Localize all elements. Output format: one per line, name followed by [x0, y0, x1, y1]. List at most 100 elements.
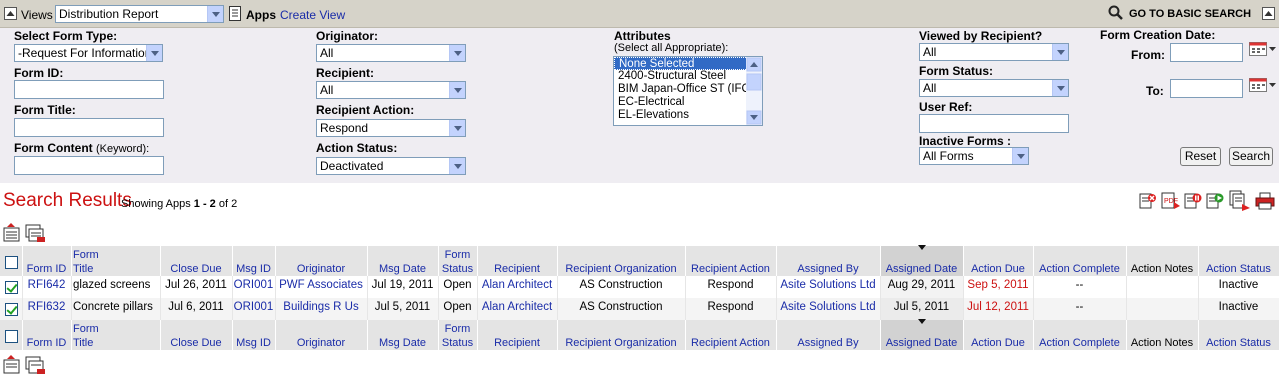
reset-button[interactable]: Reset [1180, 147, 1221, 166]
from-date-input[interactable] [1170, 43, 1243, 62]
action-status-select[interactable]: Deactivated [316, 157, 466, 175]
form-id-input[interactable] [14, 80, 164, 99]
column-header-originator[interactable]: Originator [275, 337, 367, 350]
column-divider [963, 320, 964, 350]
originator-label: Originator: [316, 29, 378, 43]
calendar-icon[interactable] [1249, 42, 1277, 59]
form-content-input[interactable] [14, 156, 164, 175]
remove-icon[interactable] [1139, 192, 1157, 213]
form-title-input[interactable] [14, 118, 164, 137]
viewed-select[interactable]: All [919, 43, 1069, 61]
column-header-assigned-date[interactable]: Assigned Date [880, 263, 963, 276]
cell-assigned-by[interactable]: Asite Solutions Ltd [776, 279, 880, 291]
user-ref-input[interactable] [919, 114, 1069, 133]
column-header-recipient[interactable]: Recipient [477, 337, 557, 350]
column-header-msg-date[interactable]: Msg Date [367, 337, 438, 350]
column-header-recipient-action[interactable]: Recipient Action [685, 263, 776, 276]
cell-originator[interactable]: PWF Associates [275, 279, 367, 291]
search-button[interactable]: Search [1229, 147, 1273, 166]
cell-recipient[interactable]: Alan Architect [477, 279, 557, 291]
recipient-action-label: Recipient Action: [316, 103, 415, 117]
column-header-recipient[interactable]: Recipient [477, 263, 557, 276]
column-header-msg-date[interactable]: Msg Date [367, 263, 438, 276]
column-header-close-due[interactable]: Close Due [160, 337, 232, 350]
forward-icon[interactable] [1229, 190, 1251, 215]
column-header-form-id[interactable]: Form ID [22, 263, 71, 276]
attributes-option[interactable]: 2400-Structural Steel [614, 70, 762, 83]
search-icon[interactable] [1108, 5, 1124, 24]
attributes-option[interactable]: EL-Elevations [614, 109, 762, 122]
cell-assigned-by[interactable]: Asite Solutions Ltd [776, 301, 880, 313]
column-header-recipient-org[interactable]: Recipient Organization [557, 263, 685, 276]
column-header-action-complete[interactable]: Action Complete [1033, 337, 1126, 350]
column-header-form-title[interactable]: Form Title [71, 323, 160, 350]
calendar-icon[interactable] [1249, 78, 1277, 95]
deactivate-icon[interactable] [1184, 192, 1202, 213]
column-header-assigned-by[interactable]: Assigned By [776, 337, 880, 350]
views-select[interactable]: Distribution Report [55, 5, 224, 23]
cell-recipient[interactable]: Alan Architect [477, 301, 557, 313]
column-divider [880, 298, 881, 320]
cell-form-id[interactable]: RFI632 [22, 301, 71, 313]
create-view-link[interactable]: Create View [280, 8, 345, 22]
row-checkbox[interactable] [5, 281, 18, 294]
originator-select[interactable]: All [316, 44, 466, 62]
column-header-msg-id[interactable]: Msg ID [232, 263, 275, 276]
column-header-action-status[interactable]: Action Status [1198, 263, 1279, 276]
column-header-close-due[interactable]: Close Due [160, 263, 232, 276]
collapse-right-icon[interactable] [1262, 7, 1275, 20]
column-header-form-title[interactable]: Form Title [71, 249, 160, 276]
add-to-favourites-icon[interactable] [3, 223, 21, 246]
column-header-originator[interactable]: Originator [275, 263, 367, 276]
cell-msg-id[interactable]: ORI001 [232, 301, 275, 313]
table-row[interactable]: RFI642 glazed screens Jul 26, 2011 ORI001 PW… [0, 276, 1279, 298]
recipient-action-select[interactable]: Respond [316, 119, 466, 137]
column-divider [963, 298, 964, 320]
cell-msg-id[interactable]: ORI001 [232, 279, 275, 291]
recipient-value: All [320, 83, 334, 97]
column-divider [1198, 246, 1199, 276]
column-header-form-status[interactable]: Form Status [438, 249, 477, 276]
basic-search-link[interactable]: GO TO BASIC SEARCH [1129, 8, 1251, 20]
column-header-recipient-org[interactable]: Recipient Organization [557, 337, 685, 350]
column-header-action-due[interactable]: Action Due [963, 337, 1033, 350]
column-header-action-status[interactable]: Action Status [1198, 337, 1279, 350]
column-header-assigned-date[interactable]: Assigned Date [880, 337, 963, 350]
column-divider [557, 298, 558, 320]
stacked-documents-icon[interactable] [25, 224, 47, 247]
recipient-select[interactable]: All [316, 81, 466, 99]
cell-originator[interactable]: Buildings R Us [275, 301, 367, 313]
column-header-action-complete[interactable]: Action Complete [1033, 263, 1126, 276]
select-all-checkbox[interactable] [5, 256, 18, 269]
column-header-form-id[interactable]: Form ID [22, 337, 71, 350]
column-header-msg-id[interactable]: Msg ID [232, 337, 275, 350]
form-type-select[interactable]: -Request For Information [14, 44, 163, 62]
inactive-forms-select[interactable]: All Forms [919, 147, 1029, 165]
table-row[interactable]: RFI632 Concrete pillars Jul 6, 2011 ORI001 B… [0, 298, 1279, 320]
export-pdf-icon[interactable]: PDF [1161, 192, 1181, 213]
stacked-documents-icon[interactable] [25, 356, 47, 379]
cell-form-id[interactable]: RFI642 [22, 279, 71, 291]
to-date-input[interactable] [1170, 79, 1243, 98]
cell-close-due: Jul 26, 2011 [165, 279, 227, 291]
column-divider [367, 246, 368, 276]
add-to-favourites-icon[interactable] [3, 355, 21, 378]
creation-date-label: Form Creation Date: [1100, 28, 1216, 42]
column-header-action-due[interactable]: Action Due [963, 263, 1033, 276]
reactivate-icon[interactable] [1206, 192, 1224, 213]
select-all-checkbox[interactable] [5, 330, 18, 343]
table-header-row: Form ID Form Title Close Due Msg ID Originato… [0, 245, 1279, 276]
column-header-form-status[interactable]: Form Status [438, 323, 477, 350]
form-status-select[interactable]: All [919, 79, 1069, 97]
attributes-option[interactable]: BIM Japan-Office ST (IFC2 [614, 83, 762, 96]
collapse-toolbar-icon[interactable] [4, 7, 17, 20]
attributes-option[interactable]: None Selected [614, 57, 762, 70]
column-divider [477, 276, 478, 298]
attributes-option[interactable]: EC-Electrical [614, 96, 762, 109]
print-icon[interactable] [1255, 192, 1275, 213]
attributes-listbox[interactable]: None Selected 2400-Structural Steel BIM … [613, 56, 763, 126]
column-header-recipient-action[interactable]: Recipient Action [685, 337, 776, 350]
column-header-assigned-by[interactable]: Assigned By [776, 263, 880, 276]
attributes-scrollbar[interactable] [746, 57, 762, 125]
row-checkbox[interactable] [5, 303, 18, 316]
